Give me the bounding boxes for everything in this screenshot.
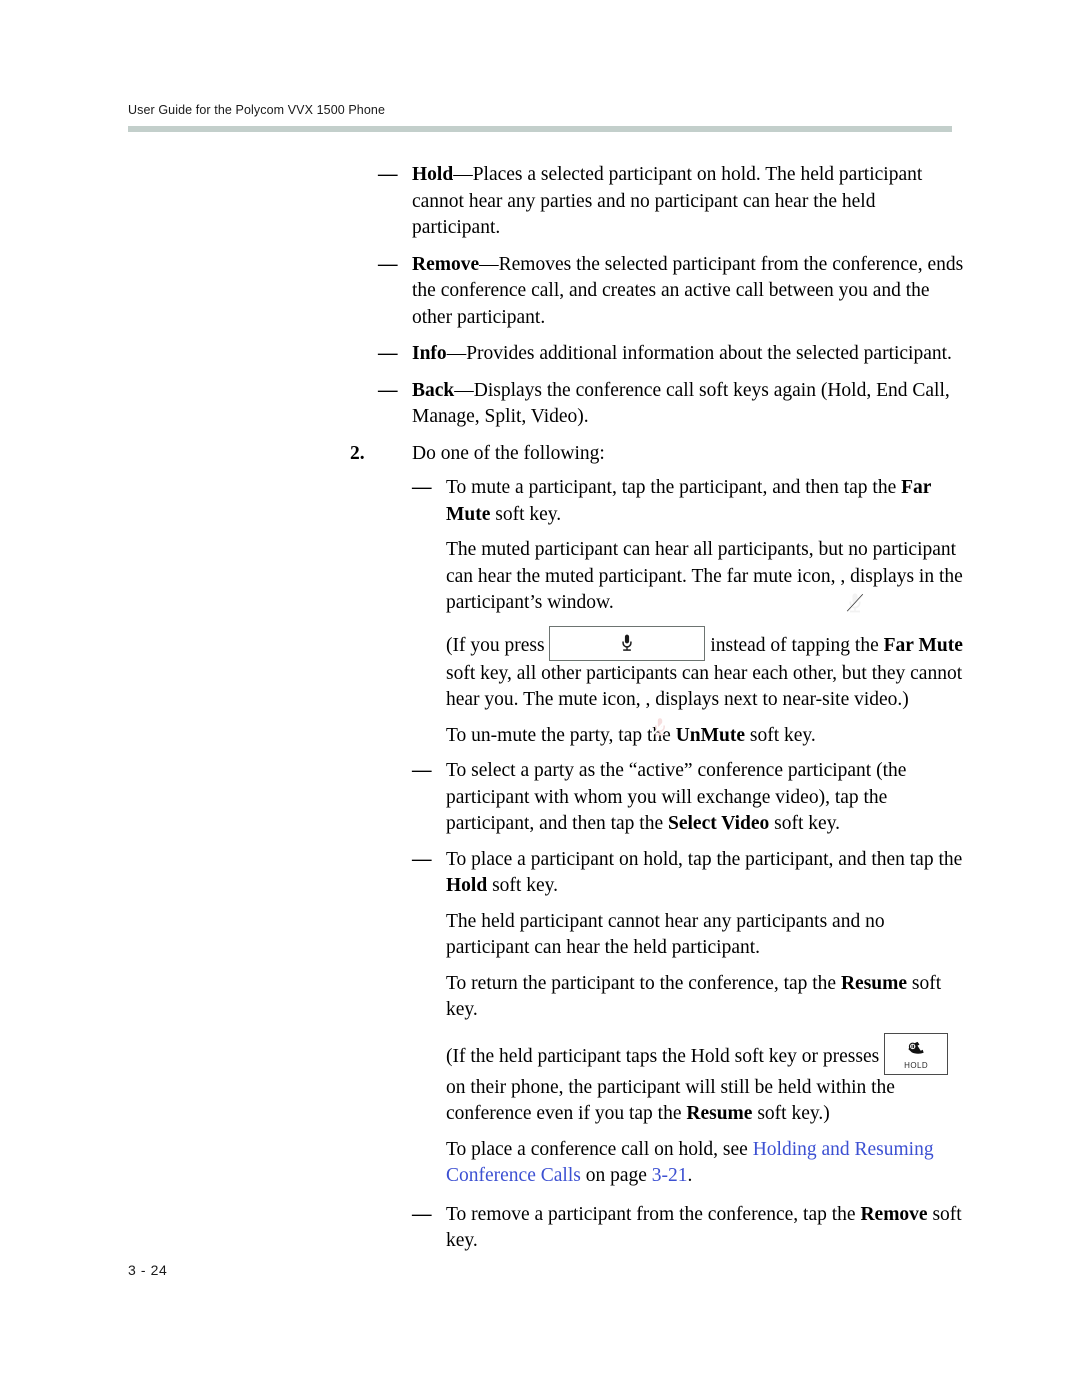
softkey-name: UnMute — [675, 724, 746, 746]
dash-bullet: — — [412, 477, 432, 498]
running-header: User Guide for the Polycom VVX 1500 Phon… — [128, 103, 952, 132]
list-item-text: Remove—Removes the selected participant … — [412, 254, 963, 328]
list-item: — To mute a participant, tap the partici… — [412, 475, 968, 528]
text-lead: To remove a participant from the confere… — [446, 1203, 861, 1225]
text-tail: soft key. — [487, 875, 558, 896]
text-lead: To mute a participant, tap the participa… — [446, 477, 902, 498]
list-item-text: To mute a participant, tap the participa… — [446, 477, 931, 525]
softkey-name: Hold — [446, 875, 488, 896]
paragraph-muted-participant: The muted participant can hear all parti… — [446, 537, 968, 617]
softkey-name: Resume — [686, 1103, 753, 1124]
dash-bullet: — — [412, 1203, 432, 1225]
term-separator: — — [446, 343, 467, 364]
term-label: Hold — [412, 164, 454, 185]
text-lead: (If you press — [446, 634, 550, 656]
text-tail: soft key. — [769, 813, 841, 834]
list-item: — To select a party as the “active” conf… — [412, 758, 968, 838]
text-tail: soft key. — [745, 724, 816, 746]
text-lead: (If the held participant taps the Hold s… — [446, 1045, 885, 1067]
step-text: Do one of the following: — [412, 442, 605, 464]
text-mid: on page — [580, 1165, 652, 1186]
softkey-name: Select Video — [668, 813, 770, 834]
dash-bullet: — — [412, 848, 432, 870]
term-label: Info — [412, 343, 447, 364]
list-item: — Hold—Places a selected participant on … — [378, 162, 968, 242]
dash-bullet: — — [378, 343, 398, 364]
paragraph-resume: To return the participant to the confere… — [446, 971, 968, 1024]
term-description: Places a selected participant on hold. T… — [412, 164, 923, 238]
term-separator: — — [454, 379, 474, 401]
text-mid: instead of tapping the — [705, 634, 884, 656]
text-lead: To return the participant to the confere… — [446, 972, 841, 994]
list-item-text: To select a party as the “active” confer… — [446, 760, 906, 834]
softkey-name: Far Mute — [883, 634, 963, 656]
step-number: 2. — [350, 442, 365, 464]
document-page: User Guide for the Polycom VVX 1500 Phon… — [0, 0, 1080, 1397]
term-separator: — — [479, 253, 499, 275]
list-item: — To remove a participant from the confe… — [412, 1202, 968, 1255]
page-number-link[interactable]: 3-21 — [652, 1165, 688, 1186]
paragraph-cross-reference: To place a conference call on hold, see … — [446, 1137, 968, 1190]
softkey-name: Resume — [840, 972, 908, 994]
page-content: — Hold—Places a selected participant on … — [128, 162, 968, 1264]
text-tail: . — [687, 1165, 693, 1186]
term-label: Remove — [412, 253, 480, 275]
list-item: — Remove—Removes the selected participan… — [378, 252, 968, 332]
paragraph-hold-key: (If the held participant taps the Hold s… — [446, 1032, 968, 1128]
paragraph-held-participant: The held participant cannot hear any par… — [446, 910, 885, 959]
dash-bullet: — — [378, 379, 398, 401]
header-title: User Guide for the Polycom VVX 1500 Phon… — [128, 103, 386, 117]
list-item-text: Hold—Places a selected participant on ho… — [412, 164, 922, 238]
dash-bullet: — — [412, 760, 432, 781]
list-item: — Back—Displays the conference call soft… — [378, 378, 968, 431]
page-number: 3 - 24 — [128, 1262, 168, 1278]
paragraph-unmute: To un-mute the party, tap the UnMute sof… — [446, 723, 968, 750]
text-lead: To place a participant on hold, tap the … — [446, 848, 963, 870]
term-separator: — — [453, 164, 473, 185]
softkey-name: Remove — [860, 1203, 928, 1225]
list-item: — Info—Provides additional information a… — [378, 341, 968, 368]
text-lead: To place a conference call on hold, see — [446, 1138, 753, 1160]
dash-bullet: — — [378, 164, 398, 185]
dash-bullet: — — [378, 253, 398, 275]
hold-key-label: HOLD — [904, 1060, 928, 1070]
mute-key-icon[interactable] — [549, 625, 706, 661]
text-lead: To un-mute the party, tap the — [446, 724, 676, 746]
text-tail: , displays next to near-site video.) — [645, 689, 909, 710]
paragraph-mute-key: (If you press instead of tapping the Far… — [446, 625, 968, 736]
term-description: Displays the conference call soft keys a… — [412, 379, 950, 428]
numbered-step: 2. Do one of the following: — [350, 441, 968, 468]
list-item-text: To place a participant on hold, tap the … — [446, 849, 962, 897]
term-description: Provides additional information about th… — [466, 343, 952, 364]
list-item-text: Back—Displays the conference call soft k… — [412, 380, 950, 428]
list-item-text: To remove a participant from the confere… — [446, 1204, 962, 1252]
list-item: — To place a participant on hold, tap th… — [412, 847, 968, 900]
text-tail: soft key. — [490, 503, 562, 525]
hold-key-icon[interactable]: HOLD — [884, 1032, 949, 1075]
term-label: Back — [412, 379, 455, 401]
list-item-text: Info—Provides additional information abo… — [412, 343, 952, 364]
text-tail: soft key.) — [752, 1103, 830, 1124]
header-rule — [128, 126, 952, 132]
